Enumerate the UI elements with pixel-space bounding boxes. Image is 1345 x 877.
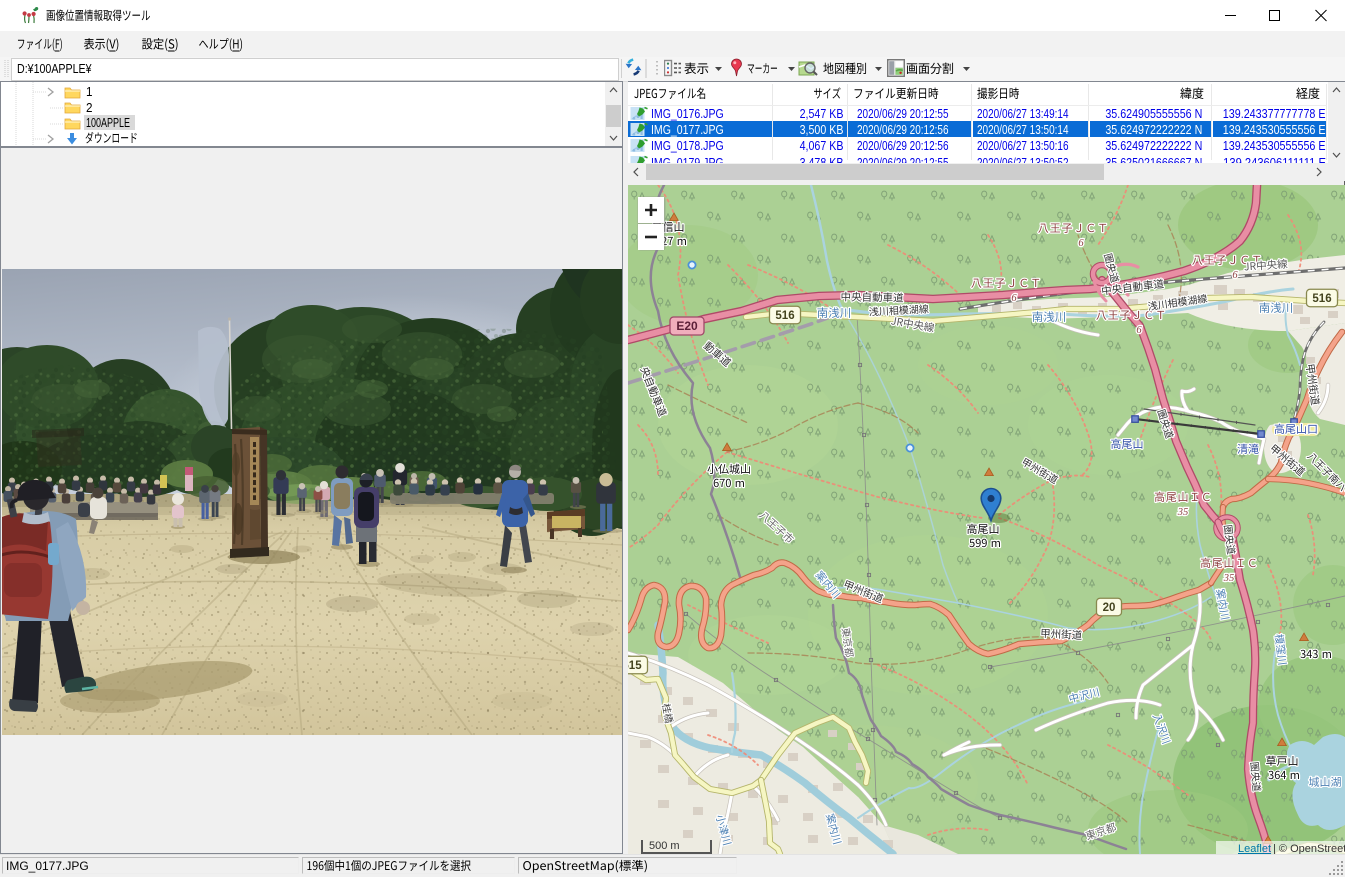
svg-text:516: 516 <box>775 310 794 322</box>
svg-text:| © OpenStreetMap: | © OpenStreetMap <box>1273 843 1345 854</box>
svg-text:500 m: 500 m <box>649 840 680 852</box>
svg-text:Leaflet: Leaflet <box>1238 843 1271 854</box>
svg-text:516: 516 <box>1312 293 1331 305</box>
svg-text:20: 20 <box>1103 602 1116 614</box>
svg-text:515: 515 <box>628 660 642 672</box>
svg-text:E20: E20 <box>676 319 698 333</box>
